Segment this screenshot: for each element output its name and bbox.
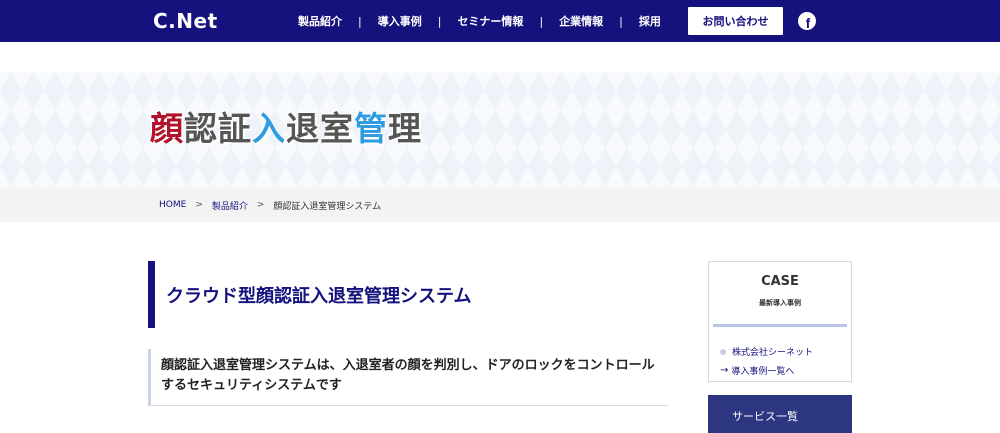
case-link-label: 導入事例一覧へ [731, 367, 795, 377]
nav-item-cases[interactable]: 導入事例 [378, 13, 422, 29]
case-subtitle: 最新導入事例 [759, 299, 801, 307]
lead-text: 顔認証入退室管理システムは、入退室者の顔を判別し、ドアのロックをコントロール す… [148, 349, 668, 406]
nav-separator: | [539, 14, 544, 28]
breadcrumb-home[interactable]: HOME [159, 200, 186, 210]
breadcrumb-separator: > [256, 200, 265, 210]
page-title: クラウド型顔認証入退室管理システム [148, 261, 668, 328]
case-item-label: 株式会社シーネット [732, 348, 814, 358]
nav-item-recruit[interactable]: 採用 [639, 13, 661, 29]
case-panel: CASE 最新導入事例 株式会社シーネット → 導入事例一覧へ [708, 261, 852, 382]
hero-title-part: 理 [388, 109, 422, 148]
facebook-icon[interactable]: f [798, 12, 816, 30]
site-logo[interactable]: C.Net [153, 8, 218, 34]
arrow-right-icon: → [720, 365, 729, 376]
breadcrumb-bar: HOME > 製品紹介 > 顔認証入退室管理システム [0, 188, 1000, 222]
contact-button[interactable]: お問い合わせ [688, 7, 783, 35]
breadcrumb-separator: > [195, 200, 203, 210]
hero-banner: 顔認証入退室管理 [0, 72, 1000, 188]
case-divider [713, 324, 847, 327]
nav-separator: | [619, 14, 623, 28]
breadcrumb-current: 顔認証入退室管理システム [273, 201, 382, 212]
nav-item-company[interactable]: 企業情報 [559, 13, 603, 29]
hero-title-part: 管 [354, 109, 388, 148]
nav-item-products[interactable]: 製品紹介 [298, 13, 342, 29]
nav-item-seminars[interactable]: セミナー情報 [457, 13, 523, 29]
lead-line: 顔認証入退室管理システムは、入退室者の顔を判別し、ドアのロックをコントロール [161, 358, 655, 373]
case-list-item[interactable]: 株式会社シーネット [720, 345, 813, 358]
service-list-button[interactable]: サービス一覧 [708, 395, 852, 433]
bullet-icon [720, 348, 726, 355]
hero-title: 顔認証入退室管理 [150, 102, 422, 150]
nav-separator: | [358, 14, 362, 28]
hero-title-part: 顔 [150, 109, 184, 148]
lead-line: するセキュリティシステムです [161, 378, 342, 393]
main-nav: 製品紹介 | 導入事例 | セミナー情報 | 企業情報 | 採用 [298, 0, 661, 42]
case-title: CASE [761, 274, 799, 289]
hero-title-part: 退室 [286, 109, 354, 148]
site-header: C.Net 製品紹介 | 導入事例 | セミナー情報 | 企業情報 | 採用 お… [0, 0, 1000, 42]
nav-separator: | [437, 14, 442, 28]
facebook-glyph: f [805, 15, 811, 30]
case-list-link[interactable]: → 導入事例一覧へ [720, 364, 794, 377]
breadcrumb-products[interactable]: 製品紹介 [212, 199, 248, 212]
breadcrumb: HOME > 製品紹介 > 顔認証入退室管理システム [159, 188, 381, 222]
hero-title-part: 認証 [184, 109, 252, 148]
hero-title-part: 入 [252, 109, 286, 148]
